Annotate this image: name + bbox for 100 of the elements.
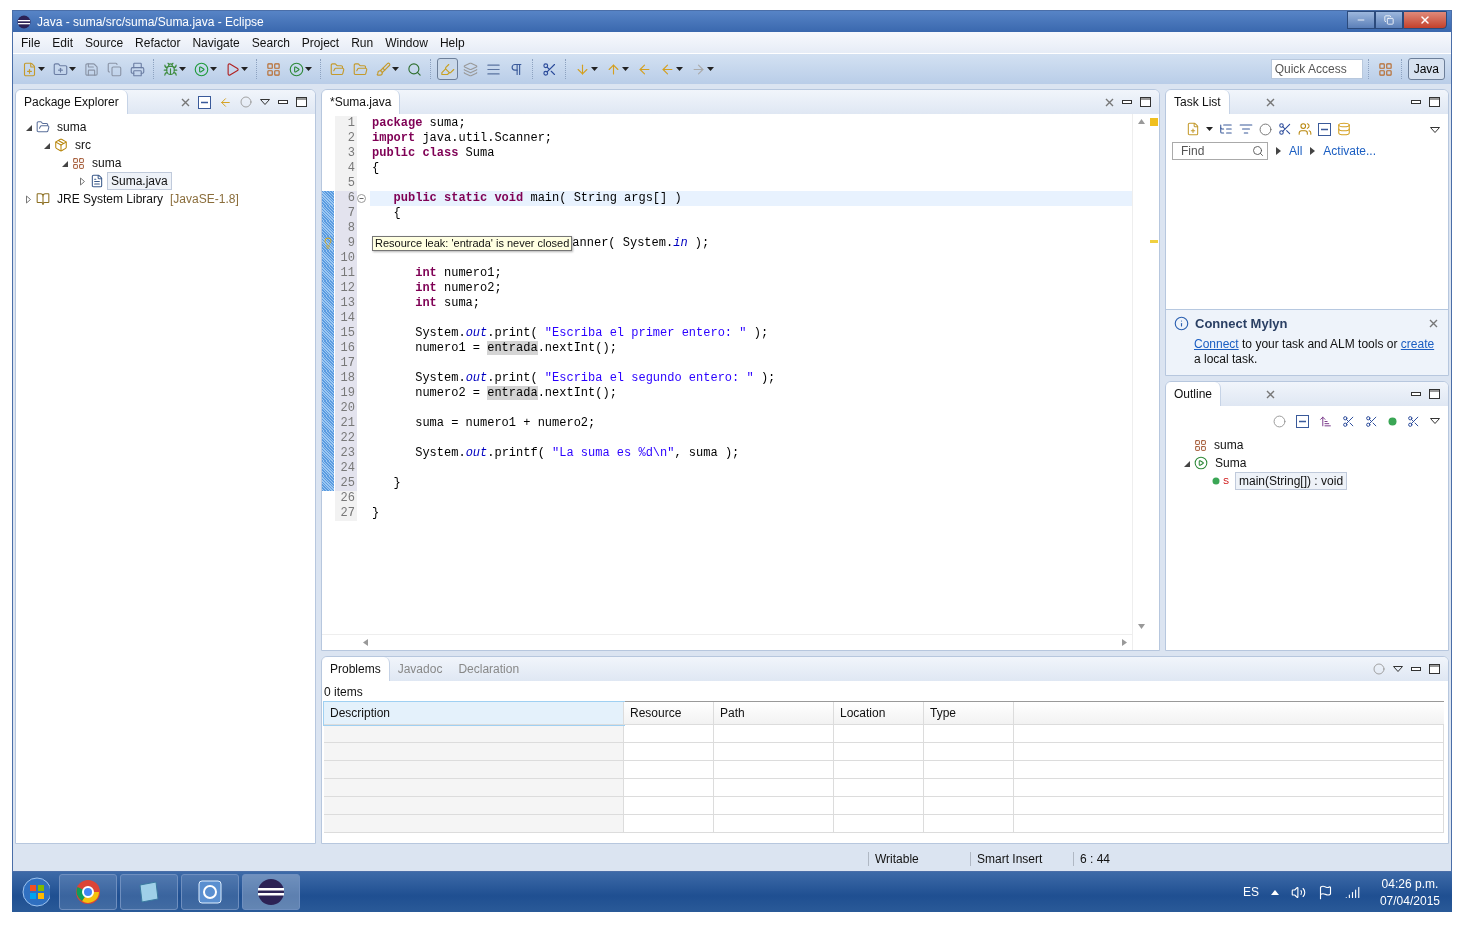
scroll-up-icon[interactable] — [1137, 118, 1145, 125]
scroll-right-icon[interactable] — [1121, 639, 1128, 646]
menu-item[interactable]: Help — [433, 35, 471, 50]
caret-icon — [179, 67, 186, 71]
panel-tab[interactable]: Outline — [1166, 382, 1222, 406]
minimize-button[interactable] — [1411, 392, 1421, 396]
filter-link[interactable]: Activate... — [1323, 144, 1377, 158]
menu-item[interactable]: Navigate — [186, 35, 246, 50]
perspective-button[interactable]: Java — [1407, 58, 1445, 80]
tree-item[interactable]: Suma — [1211, 454, 1251, 472]
collapsed-arrow-icon[interactable] — [24, 194, 33, 204]
menu-item[interactable]: Run — [345, 35, 380, 50]
column-header[interactable]: Resource — [624, 702, 714, 725]
tree-item[interactable]: suma — [53, 118, 91, 136]
code-line: int numero2; — [414, 281, 502, 296]
maximize-button[interactable] — [1429, 97, 1440, 107]
open-folder-icon — [330, 61, 345, 77]
column-header[interactable]: Type — [924, 702, 1014, 725]
tree-item[interactable]: suma — [1210, 436, 1248, 454]
code-line: public class Suma — [372, 146, 495, 161]
eclipse-logo-icon — [257, 878, 285, 906]
filter-icon — [1373, 663, 1385, 675]
filter-link[interactable]: All — [1289, 144, 1303, 158]
close-icon[interactable] — [1266, 97, 1275, 107]
change-bar — [322, 311, 334, 326]
close-tab-icon[interactable] — [1105, 97, 1114, 107]
change-bar — [322, 386, 334, 401]
tree-item[interactable]: Suma.java — [107, 172, 172, 190]
window-title: Java - suma/src/suma/Suma.java - Eclipse — [37, 14, 265, 29]
brush-icon — [376, 61, 391, 77]
maximize-button[interactable] — [1429, 664, 1440, 674]
caret-icon — [305, 67, 312, 71]
menu-item[interactable]: File — [15, 35, 47, 50]
maximize-button[interactable] — [296, 97, 307, 107]
close-icon[interactable] — [181, 97, 190, 107]
maximize-button[interactable] — [1429, 389, 1440, 399]
column-header[interactable]: Description — [324, 702, 624, 725]
fold-icon[interactable] — [357, 194, 366, 203]
collapse-all-icon[interactable] — [1296, 414, 1309, 428]
close-window-button[interactable] — [1403, 11, 1447, 29]
warning-marker-icon — [1150, 240, 1158, 243]
scroll-down-icon[interactable] — [1137, 623, 1145, 630]
scroll-left-icon[interactable] — [362, 639, 369, 646]
tray-arrow-icon[interactable] — [1270, 889, 1279, 895]
tree-item[interactable]: main(String[]) : void — [1235, 472, 1348, 490]
collapsed-arrow-icon[interactable] — [78, 176, 87, 186]
menu-item[interactable]: Search — [245, 35, 296, 50]
maximize-button[interactable] — [1140, 97, 1151, 107]
line-number: 27 — [335, 506, 357, 521]
change-bar — [322, 416, 334, 431]
panel-tab[interactable]: Problems — [322, 657, 390, 681]
column-header[interactable]: Path — [714, 702, 834, 725]
quick-access-field[interactable]: Quick Access — [1270, 59, 1363, 79]
banner-link[interactable]: Connect — [1194, 337, 1239, 351]
editor-tab[interactable]: *Suma.java — [322, 90, 401, 114]
down-arrow-icon — [575, 61, 590, 77]
menu-item[interactable]: Project — [295, 35, 346, 50]
menu-item[interactable]: Window — [379, 35, 434, 50]
find-field[interactable]: Find — [1172, 142, 1268, 160]
close-icon[interactable] — [1429, 319, 1438, 328]
status-text: Smart Insert — [970, 852, 1073, 866]
view-menu-icon — [1430, 127, 1440, 133]
clock-date: 07/04/2015 — [1379, 893, 1440, 908]
restore-window-button[interactable] — [1375, 11, 1403, 29]
folder-icon — [353, 61, 368, 77]
caret-icon — [1206, 127, 1213, 131]
panel-tab[interactable]: Task List — [1166, 90, 1230, 114]
line-number: 10 — [335, 251, 357, 266]
panel-tab[interactable]: Package Explorer — [16, 90, 128, 114]
line-number: 2 — [335, 131, 357, 146]
line-number: 13 — [335, 296, 357, 311]
link-editor-icon — [219, 95, 232, 109]
minimize-button[interactable] — [1122, 100, 1132, 104]
menu-item[interactable]: Source — [79, 35, 130, 50]
line-number: 22 — [335, 431, 357, 446]
banner-link[interactable]: create — [1400, 337, 1435, 351]
collapse-all-icon[interactable] — [1318, 122, 1331, 136]
tree-item[interactable]: src — [71, 136, 95, 154]
layers-icon — [463, 61, 478, 77]
open-perspective-icon — [1377, 61, 1393, 77]
change-bar — [322, 251, 334, 266]
line-number: 20 — [335, 401, 357, 416]
change-bar — [322, 221, 334, 236]
column-header[interactable]: Location — [834, 702, 924, 725]
collapse-all-icon[interactable] — [198, 95, 211, 109]
clock[interactable]: 04:26 p.m. 07/04/2015 — [1379, 876, 1440, 908]
minimize-button[interactable] — [1411, 100, 1421, 104]
caret-icon — [69, 67, 76, 71]
tooltip: Resource leak: 'entrada' is never closed — [372, 236, 573, 251]
close-icon[interactable] — [1266, 389, 1275, 399]
menu-item[interactable]: Refactor — [129, 35, 187, 50]
menu-item[interactable]: Edit — [46, 35, 80, 50]
tree-item[interactable]: suma — [88, 154, 126, 172]
toolbar-button[interactable] — [437, 58, 458, 80]
minimize-button[interactable] — [278, 100, 288, 104]
language-indicator[interactable]: ES — [1242, 885, 1259, 899]
tree-item[interactable]: JRE System Library — [53, 190, 168, 208]
minimize-button[interactable] — [1411, 667, 1421, 671]
taskbar-app-button[interactable] — [242, 874, 300, 910]
minimize-window-button[interactable] — [1347, 11, 1375, 29]
